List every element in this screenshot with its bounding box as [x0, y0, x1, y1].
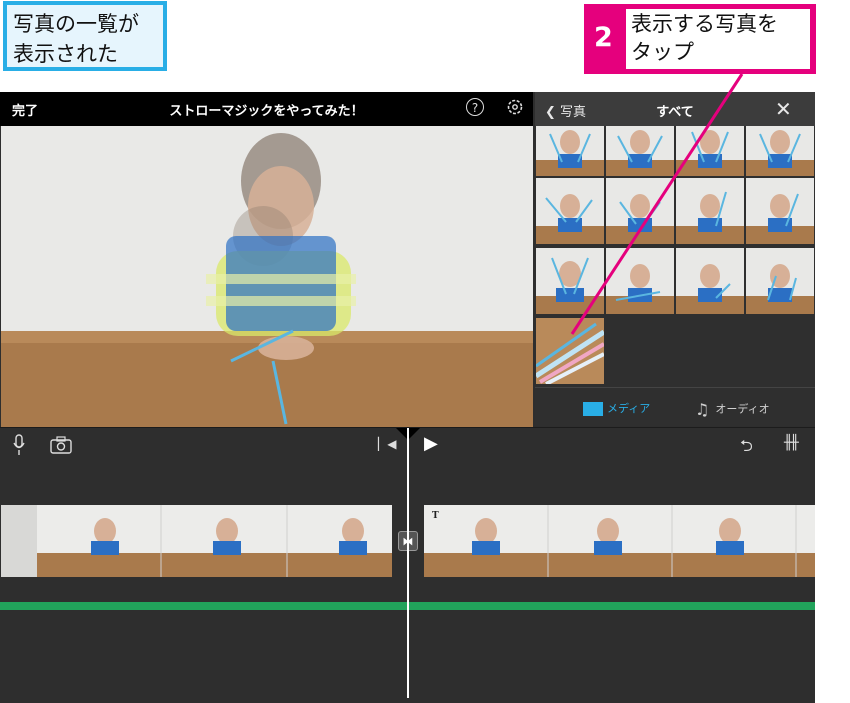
title-marker: T	[432, 511, 439, 521]
step-line-1: 表示する写真を	[631, 12, 778, 36]
tab-media-label: メディア	[607, 402, 651, 415]
photo-thumbnail[interactable]	[676, 178, 744, 244]
music-note-icon: ♫	[695, 400, 710, 419]
video-clip-2[interactable]: T	[424, 505, 815, 577]
tab-audio-label: オーディオ	[715, 402, 770, 416]
photo-thumbnail[interactable]	[606, 126, 674, 176]
photo-thumbnail[interactable]	[676, 248, 744, 314]
caption-photo-list-shown: 写真の一覧が 表示された	[3, 1, 167, 71]
play-button[interactable]: ▶	[424, 433, 438, 454]
photo-thumbnail[interactable]	[536, 178, 604, 244]
media-browser: ❮ 写真 すべて ✕ メディア ♫ オーディオ	[535, 92, 815, 426]
caption-line-2: 表示された	[13, 42, 118, 66]
photo-thumbnail-straws[interactable]	[536, 318, 604, 384]
tab-audio[interactable]: ♫ オーディオ	[695, 400, 770, 419]
help-icon[interactable]: ?	[466, 98, 484, 116]
album-title: すべて	[656, 105, 694, 120]
photo-thumbnail[interactable]	[746, 248, 814, 314]
photo-thumbnail[interactable]	[676, 126, 744, 176]
microphone-icon[interactable]	[12, 434, 26, 456]
skip-to-start-icon[interactable]: ▏◀	[378, 437, 396, 451]
video-preview[interactable]	[1, 126, 533, 427]
photo-thumbnail[interactable]	[746, 178, 814, 244]
close-icon[interactable]: ✕	[775, 97, 792, 121]
photo-thumbnail[interactable]	[746, 126, 814, 176]
film-icon	[583, 402, 603, 416]
photo-thumbnail[interactable]	[536, 248, 604, 314]
camera-icon[interactable]	[50, 436, 72, 454]
photo-thumbnail[interactable]	[606, 178, 674, 244]
media-browser-header: ❮ 写真 すべて ✕	[535, 92, 815, 126]
step-line-2: タップ	[631, 40, 694, 64]
step-number: 2	[594, 22, 613, 53]
settings-gear-icon[interactable]	[505, 97, 525, 117]
tab-media[interactable]: メディア	[583, 400, 650, 416]
audio-waveform-icon[interactable]: ╫╫	[784, 435, 799, 451]
step-instruction: 表示する写真を タップ	[626, 9, 810, 69]
media-browser-tabs: メディア ♫ オーディオ	[535, 387, 815, 426]
project-title: ストローマジックをやってみた！	[169, 104, 364, 119]
photo-thumbnail[interactable]	[606, 248, 674, 314]
undo-icon[interactable]: ⮌	[740, 435, 753, 462]
video-clip-1[interactable]	[1, 505, 392, 577]
playhead-line	[407, 428, 409, 698]
caption-line-1: 写真の一覧が	[13, 12, 139, 36]
step-callout: 2 表示する写真を タップ	[584, 4, 816, 74]
project-topbar: 完了 ストローマジックをやってみた！ ?	[0, 92, 533, 126]
photo-thumbnail[interactable]	[536, 126, 604, 176]
